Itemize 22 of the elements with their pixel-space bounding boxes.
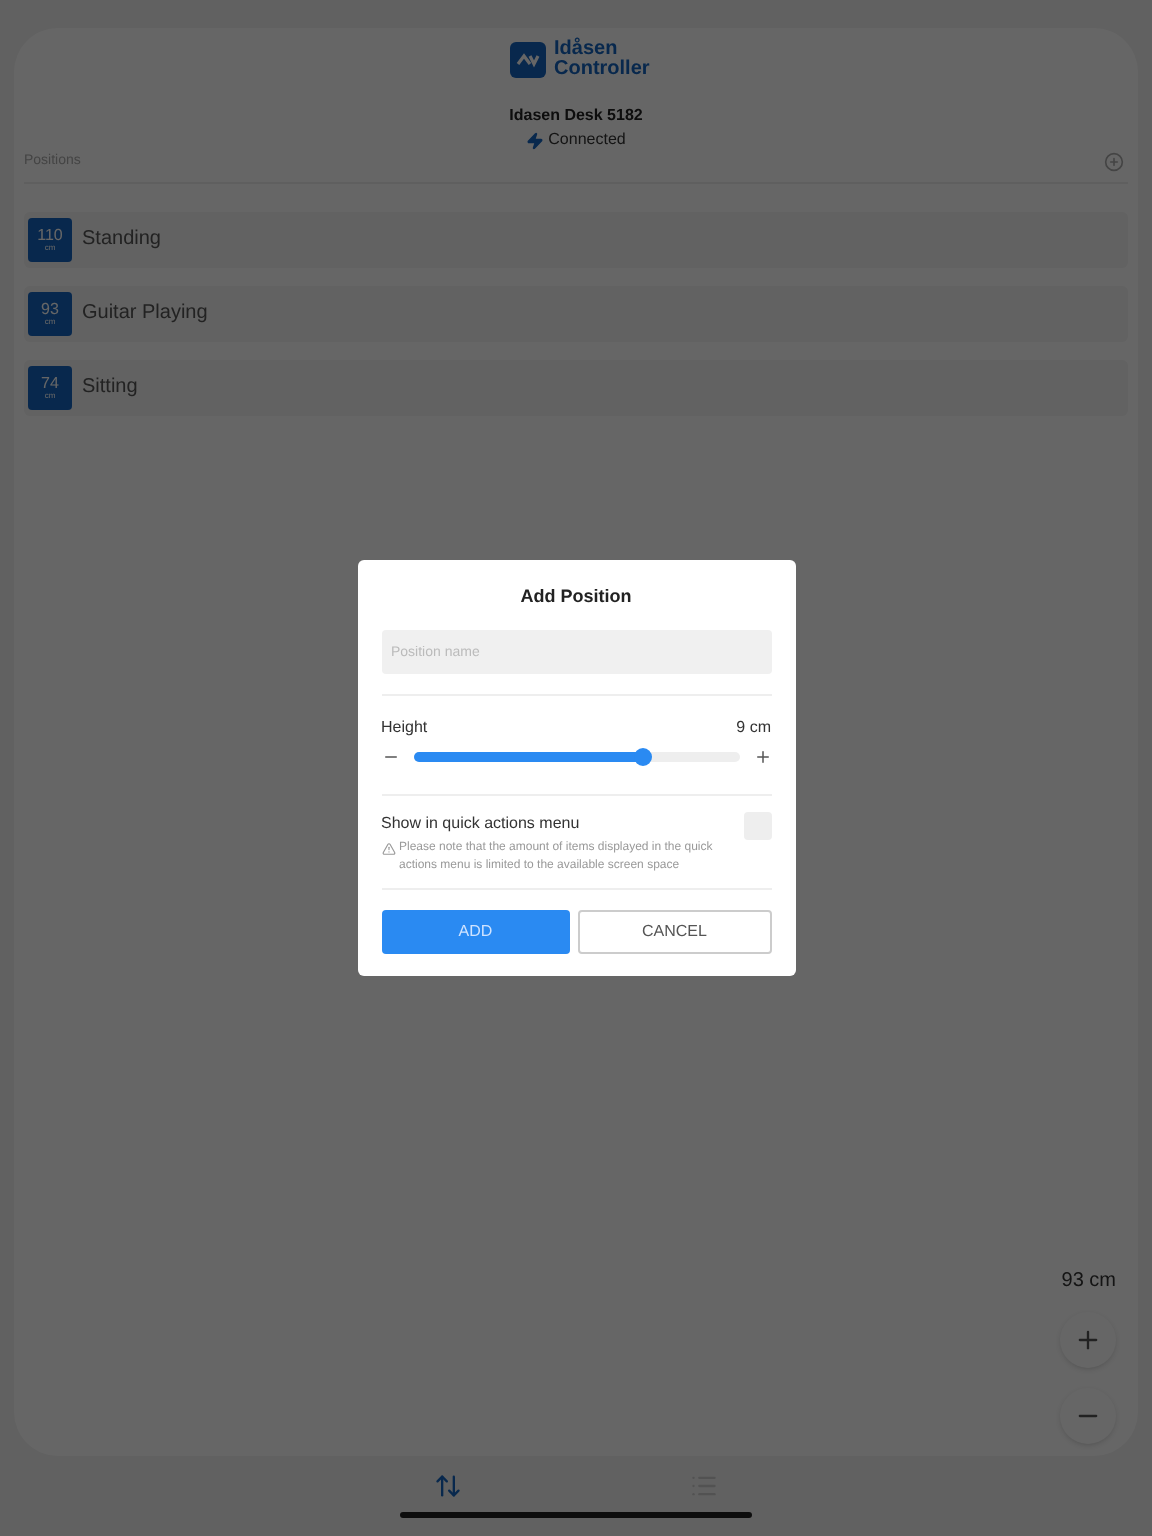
height-reading: 9 cm: [736, 716, 771, 741]
current-height: 93 cm: [1061, 1268, 1116, 1296]
slider-thumb[interactable]: [633, 748, 652, 767]
plus-icon[interactable]: [753, 748, 771, 767]
position-name: Sitting: [82, 374, 138, 402]
lightning-icon: [526, 131, 545, 149]
slider-track[interactable]: [413, 752, 739, 763]
height-label: Height: [381, 716, 428, 741]
warning-icon: [381, 842, 395, 857]
raise-button[interactable]: [1060, 1312, 1116, 1368]
plus-icon: [1074, 1326, 1102, 1354]
logo-icon: [510, 42, 546, 78]
dialog-title: Add Position: [518, 583, 634, 610]
connection-status: Connected: [548, 128, 626, 152]
device-name: Idasen Desk 5182: [509, 104, 643, 128]
add-button[interactable]: ADD: [381, 910, 570, 955]
position-name: Standing: [82, 226, 161, 254]
cancel-button[interactable]: CANCEL: [578, 910, 771, 955]
position-name: Guitar Playing: [82, 300, 208, 328]
up-down-arrows-icon: [434, 1472, 462, 1500]
add-icon[interactable]: [1104, 152, 1124, 173]
quick-actions-label: Show in quick actions menu: [381, 812, 582, 837]
